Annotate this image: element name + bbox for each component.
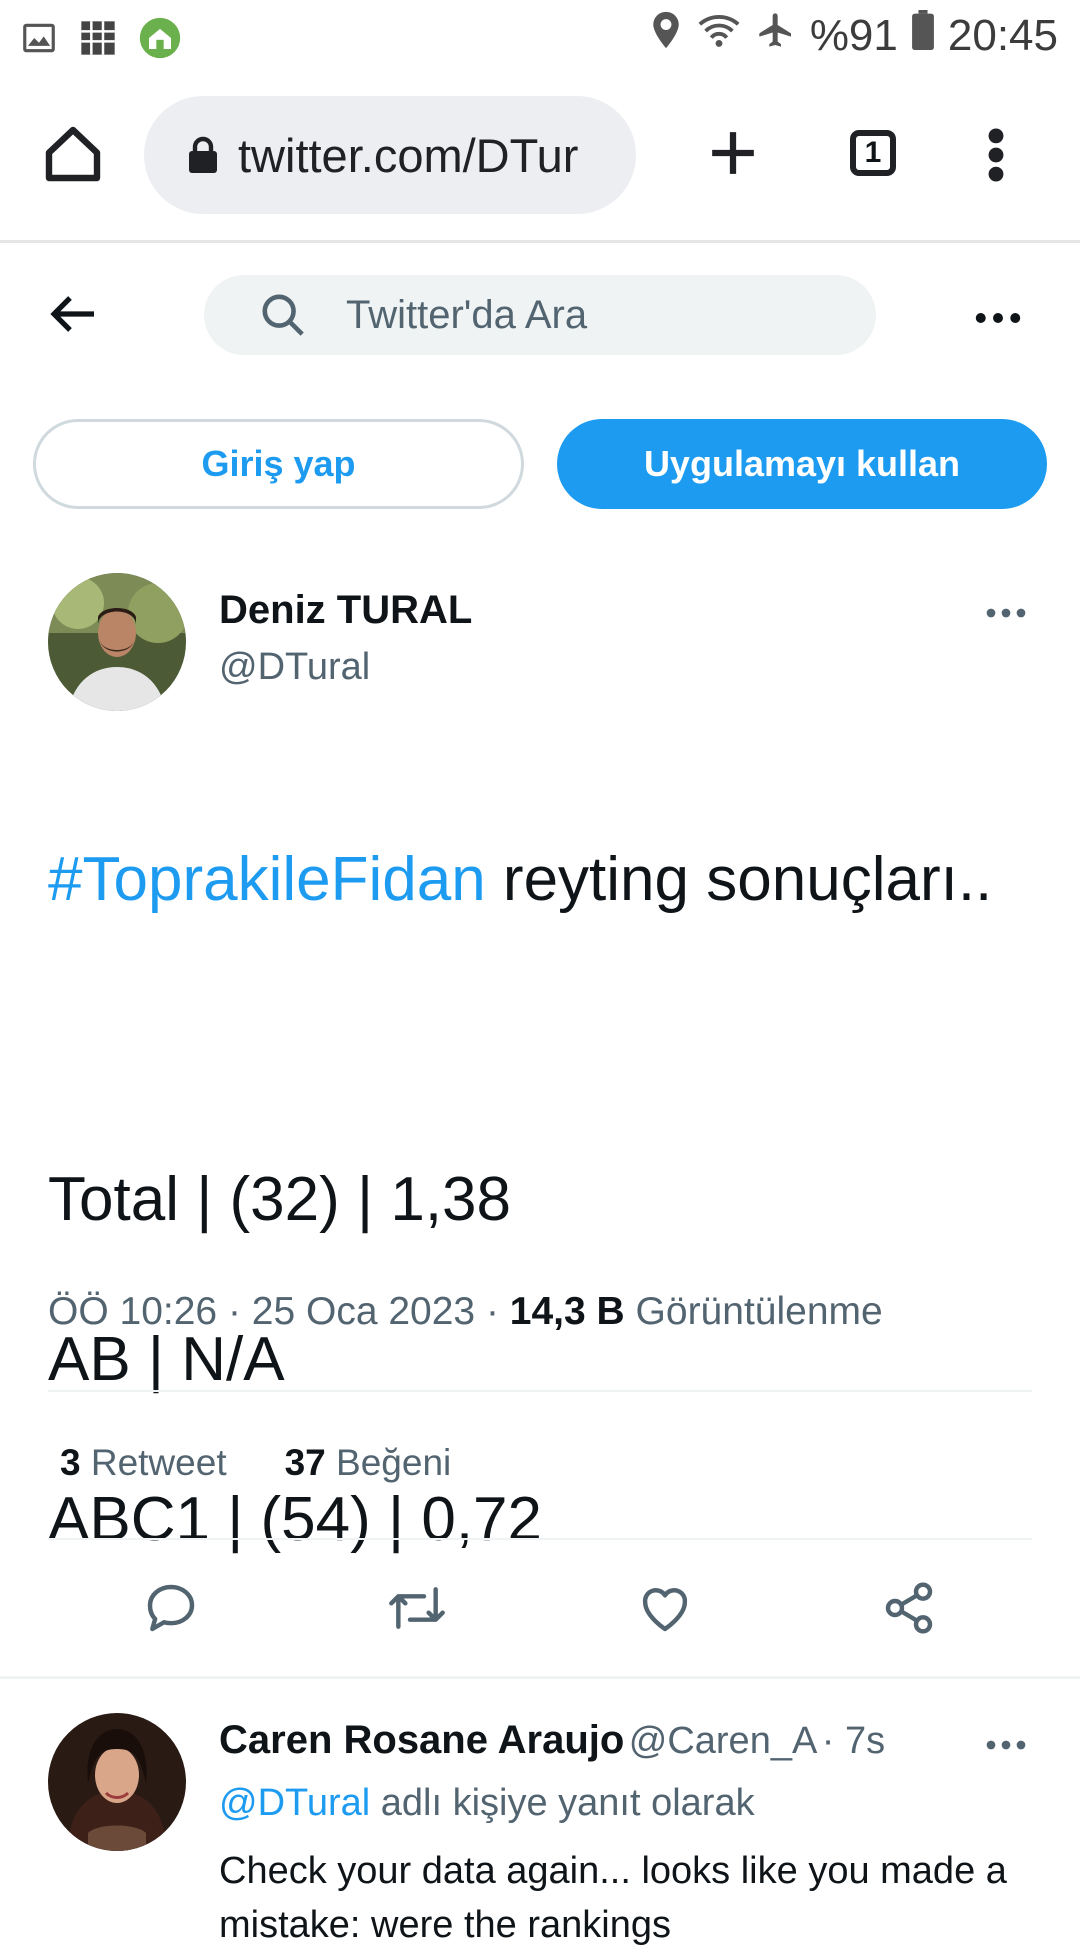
notification-icons: [20, 16, 182, 65]
address-bar[interactable]: twitter.com/DTur: [144, 96, 636, 214]
divider: [0, 1676, 1080, 1679]
login-button[interactable]: Giriş yap: [33, 419, 524, 509]
airplane-mode-icon: [756, 10, 796, 61]
gallery-icon: [20, 19, 58, 62]
divider: [48, 1390, 1032, 1392]
like-icon[interactable]: [636, 1580, 694, 1641]
app-notification-icon: [78, 18, 118, 63]
reply-context: @DTural adlı kişiye yanıt olarak: [219, 1782, 755, 1825]
lock-icon: [186, 135, 220, 175]
search-placeholder: Twitter'da Ara: [346, 292, 588, 337]
home-app-icon: [138, 16, 182, 65]
like-label: Beğeni: [336, 1442, 452, 1483]
use-app-button[interactable]: Uygulamayı kullan: [557, 419, 1047, 509]
reply-header: Caren Rosane Araujo @Caren_A · 7s: [219, 1718, 886, 1762]
more-vertical-icon[interactable]: [986, 128, 1006, 187]
author-name[interactable]: Deniz TURAL: [219, 588, 472, 633]
tweet-meta: ÖÖ 10:26 · 25 Oca 2023 · 14,3 B Görüntül…: [48, 1290, 883, 1333]
share-icon[interactable]: [880, 1580, 938, 1641]
system-status: %91 20:45: [650, 10, 1058, 61]
battery-percent: %91: [809, 10, 898, 60]
reply-to-link[interactable]: @DTural: [219, 1782, 370, 1824]
url-text: twitter.com/DTur: [238, 128, 579, 182]
divider: [48, 1538, 1032, 1540]
author-handle[interactable]: @DTural: [219, 646, 370, 689]
like-count: 37: [284, 1442, 326, 1483]
search-input[interactable]: Twitter'da Ara: [204, 275, 876, 355]
tweet-time[interactable]: ÖÖ 10:26: [48, 1290, 217, 1333]
clock: 20:45: [947, 10, 1058, 60]
like-stat[interactable]: 37 Beğeni: [285, 1442, 452, 1484]
author-avatar[interactable]: [48, 573, 186, 711]
tweet-text: #ToprakileFidan reyting sonuçları.. Tota…: [48, 760, 1038, 1640]
reply-icon[interactable]: [142, 1580, 200, 1641]
tweet-line: Total | (32) | 1,38: [48, 1165, 512, 1234]
reply-time[interactable]: 7s: [845, 1720, 885, 1762]
tweet-text-intro: reyting sonuçları..: [485, 845, 993, 914]
new-tab-icon[interactable]: [708, 128, 758, 183]
reply-text: Check your data again... looks like you …: [219, 1850, 1007, 1946]
back-arrow-icon[interactable]: [50, 293, 98, 340]
browser-toolbar: twitter.com/DTur 1: [0, 76, 1080, 243]
tweet-stats: 3 Retweet 37 Beğeni: [60, 1442, 451, 1484]
views-count: 14,3 B: [509, 1290, 625, 1333]
reply-author-avatar[interactable]: [48, 1713, 186, 1851]
retweet-count: 3: [60, 1442, 81, 1483]
reply-author-handle[interactable]: @Caren_A: [629, 1720, 818, 1762]
tweet-actions: [0, 1572, 1080, 1644]
retweet-icon[interactable]: [386, 1580, 448, 1641]
location-icon: [650, 10, 682, 61]
home-icon[interactable]: [40, 122, 106, 191]
tweet-more-icon[interactable]: [986, 605, 1026, 623]
retweet-label: Retweet: [90, 1442, 227, 1483]
status-bar: %91 20:45: [0, 0, 1080, 76]
twitter-header: Twitter'da Ara: [0, 243, 1080, 383]
reply-author-name[interactable]: Caren Rosane Araujo: [219, 1718, 624, 1762]
reply-context-text: adlı kişiye yanıt olarak: [370, 1782, 755, 1824]
tweet-line: ABC1 | (54) | 0,72: [48, 1485, 543, 1554]
tweet-date[interactable]: 25 Oca 2023: [252, 1290, 475, 1333]
views-label: Görüntülenme: [635, 1290, 883, 1333]
retweet-stat[interactable]: 3 Retweet: [60, 1442, 227, 1484]
battery-icon: [911, 10, 934, 61]
hashtag-link[interactable]: #ToprakileFidan: [48, 845, 486, 914]
wifi-icon: [696, 10, 742, 61]
more-horizontal-icon[interactable]: [975, 311, 1021, 329]
search-icon: [260, 292, 306, 338]
tab-switcher-button[interactable]: 1: [850, 130, 896, 176]
reply-more-icon[interactable]: [986, 1737, 1026, 1755]
